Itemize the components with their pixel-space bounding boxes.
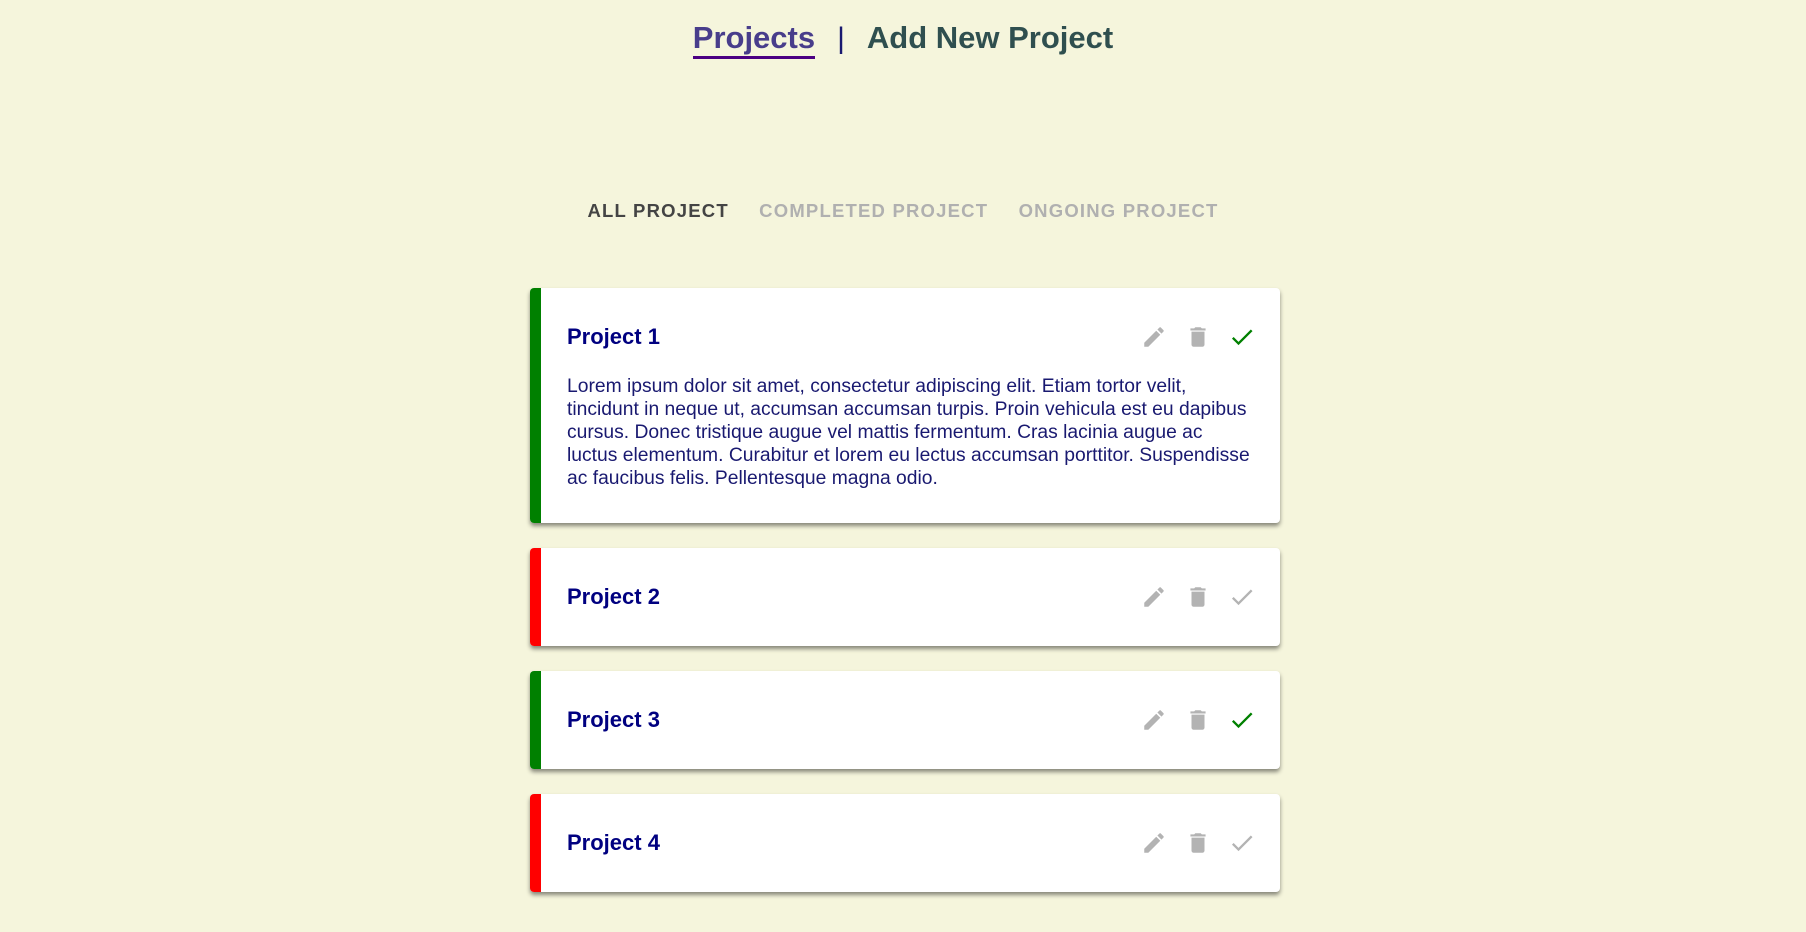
delete-button[interactable] [1184, 583, 1212, 611]
project-card-header[interactable]: Project 3 [530, 671, 1280, 769]
check-icon [1231, 329, 1253, 346]
delete-button[interactable] [1184, 829, 1212, 857]
project-filter-tabs: ALL PROJECT COMPLETED PROJECT ONGOING PR… [0, 200, 1806, 222]
edit-button[interactable] [1140, 706, 1168, 734]
pencil-icon [1144, 710, 1164, 730]
status-stripe [530, 288, 541, 523]
project-title[interactable]: Project 1 [567, 324, 1140, 350]
complete-button[interactable] [1228, 323, 1256, 351]
project-card-header[interactable]: Project 2 [530, 548, 1280, 646]
project-actions [1140, 829, 1256, 857]
trash-icon [1190, 833, 1206, 853]
nav-projects-link[interactable]: Projects [692, 20, 816, 59]
project-list: Project 1 Lorem ipsum dolor sit amet, co… [530, 288, 1280, 917]
check-icon [1231, 835, 1253, 852]
project-title[interactable]: Project 2 [567, 584, 1140, 610]
trash-icon [1190, 587, 1206, 607]
edit-button[interactable] [1140, 583, 1168, 611]
project-card[interactable]: Project 4 [530, 794, 1280, 892]
check-icon [1231, 589, 1253, 606]
project-card-header[interactable]: Project 4 [530, 794, 1280, 892]
pencil-icon [1144, 833, 1164, 853]
check-icon [1231, 712, 1253, 729]
project-card[interactable]: Project 2 [530, 548, 1280, 646]
complete-button[interactable] [1228, 706, 1256, 734]
nav-add-project-link[interactable]: Add New Project [867, 20, 1113, 55]
trash-icon [1190, 710, 1206, 730]
project-card[interactable]: Project 3 [530, 671, 1280, 769]
project-card-header[interactable]: Project 1 [530, 288, 1280, 386]
status-stripe [530, 794, 541, 892]
delete-button[interactable] [1184, 323, 1212, 351]
pencil-icon [1144, 587, 1164, 607]
edit-button[interactable] [1140, 323, 1168, 351]
project-actions [1140, 583, 1256, 611]
project-actions [1140, 323, 1256, 351]
complete-button[interactable] [1228, 829, 1256, 857]
status-stripe [530, 548, 541, 646]
filter-completed-projects[interactable]: COMPLETED PROJECT [759, 200, 988, 222]
delete-button[interactable] [1184, 706, 1212, 734]
filter-all-projects[interactable]: ALL PROJECT [587, 200, 728, 222]
project-title[interactable]: Project 3 [567, 707, 1140, 733]
trash-icon [1190, 327, 1206, 347]
project-title[interactable]: Project 4 [567, 830, 1140, 856]
pencil-icon [1144, 327, 1164, 347]
project-card[interactable]: Project 1 Lorem ipsum dolor sit amet, co… [530, 288, 1280, 523]
filter-ongoing-projects[interactable]: ONGOING PROJECT [1019, 200, 1219, 222]
complete-button[interactable] [1228, 583, 1256, 611]
project-description: Lorem ipsum dolor sit amet, consectetur … [567, 376, 1250, 489]
status-stripe [530, 671, 541, 769]
top-nav: Projects | Add New Project [0, 18, 1806, 59]
nav-separator: | [837, 22, 845, 55]
project-actions [1140, 706, 1256, 734]
edit-button[interactable] [1140, 829, 1168, 857]
